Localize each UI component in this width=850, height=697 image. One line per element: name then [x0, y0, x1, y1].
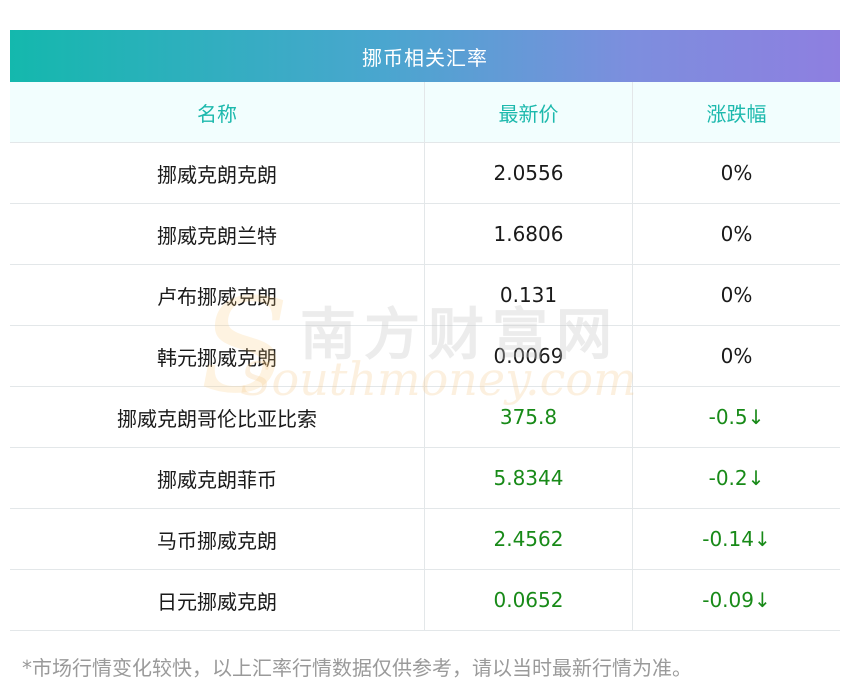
rate-name: 马币挪威克朗 — [10, 509, 425, 569]
table-row[interactable]: 挪威克朗克朗 2.0556 0% — [10, 143, 840, 204]
rate-price: 1.6806 — [425, 204, 633, 264]
rate-price: 0.0652 — [425, 570, 633, 630]
rate-change: -0.09↓ — [702, 588, 771, 612]
table-title: 挪币相关汇率 — [10, 30, 840, 82]
rate-price: 5.8344 — [425, 448, 633, 508]
rate-change: -0.5↓ — [708, 405, 765, 429]
table-row[interactable]: 挪威克朗兰特 1.6806 0% — [10, 204, 840, 265]
rate-change: -0.2↓ — [708, 466, 765, 490]
exchange-rate-table: 挪币相关汇率 名称 最新价 涨跌幅 挪威克朗克朗 2.0556 0% 挪威克朗兰… — [10, 30, 840, 631]
rate-name: 挪威克朗哥伦比亚比索 — [10, 387, 425, 447]
table-row[interactable]: 挪威克朗菲币 5.8344 -0.2↓ — [10, 448, 840, 509]
rate-name: 韩元挪威克朗 — [10, 326, 425, 386]
column-header-price: 最新价 — [425, 82, 633, 142]
rate-name: 挪威克朗克朗 — [10, 143, 425, 203]
rate-name: 日元挪威克朗 — [10, 570, 425, 630]
table-row[interactable]: 卢布挪威克朗 0.131 0% — [10, 265, 840, 326]
rate-price: 0.131 — [425, 265, 633, 325]
table-row[interactable]: 马币挪威克朗 2.4562 -0.14↓ — [10, 509, 840, 570]
rate-price: 2.0556 — [425, 143, 633, 203]
table-row[interactable]: 日元挪威克朗 0.0652 -0.09↓ — [10, 570, 840, 631]
rate-price: 2.4562 — [425, 509, 633, 569]
table-row[interactable]: 韩元挪威克朗 0.0069 0% — [10, 326, 840, 387]
rate-name: 挪威克朗兰特 — [10, 204, 425, 264]
table-header: 名称 最新价 涨跌幅 — [10, 82, 840, 143]
table-row[interactable]: 挪威克朗哥伦比亚比索 375.8 -0.5↓ — [10, 387, 840, 448]
rate-name: 挪威克朗菲币 — [10, 448, 425, 508]
rate-price: 375.8 — [425, 387, 633, 447]
rate-change: 0% — [720, 344, 753, 368]
page: 挪币相关汇率 名称 最新价 涨跌幅 挪威克朗克朗 2.0556 0% 挪威克朗兰… — [0, 0, 850, 697]
column-header-name: 名称 — [10, 82, 425, 142]
disclaimer-footnote: *市场行情变化较快，以上汇率行情数据仅供参考，请以当时最新行情为准。 — [22, 656, 692, 680]
column-header-change: 涨跌幅 — [706, 101, 767, 126]
rate-price: 0.0069 — [425, 326, 633, 386]
rate-name: 卢布挪威克朗 — [10, 265, 425, 325]
rate-change: 0% — [720, 283, 753, 307]
rate-change: -0.14↓ — [702, 527, 771, 551]
rate-change: 0% — [720, 161, 753, 185]
rate-change: 0% — [720, 222, 753, 246]
